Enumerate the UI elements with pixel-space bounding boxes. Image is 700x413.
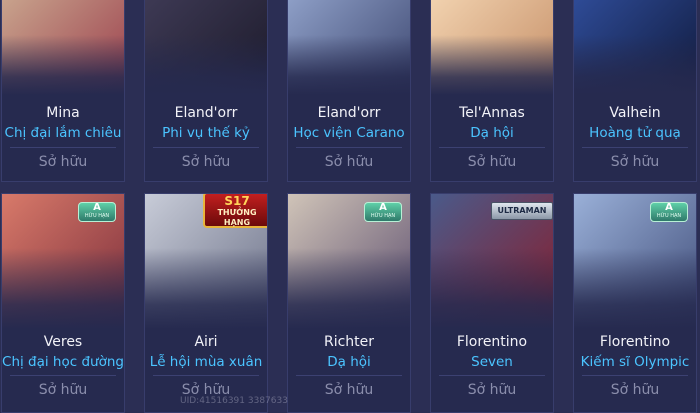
hero-name: Richter — [323, 334, 375, 350]
hero-name: Mina — [46, 105, 80, 121]
skin-card-airi[interactable]: S17 THƯỞNG HẠNG Airi Lễ hội mùa xuân Sở … — [144, 193, 268, 413]
divider — [10, 375, 116, 376]
divider — [582, 147, 688, 148]
skin-grid: Mina Chị đại lắm chiêu Sở hữu Eland'orr … — [0, 0, 700, 413]
tier-badge: A HỮU HẠN — [650, 202, 688, 222]
tier-badge: A HỮU HẠN — [78, 202, 116, 222]
skin-artwork — [574, 0, 696, 95]
owned-status: Sở hữu — [467, 154, 517, 170]
skin-name: Chị đại học đường — [2, 354, 124, 370]
collab-badge: ULTRAMAN — [491, 202, 553, 220]
tier-badge: A HỮU HẠN — [364, 202, 402, 222]
skin-name: Dạ hội — [327, 354, 371, 370]
divider — [582, 375, 688, 376]
skin-card-valhein[interactable]: Valhein Hoàng tử quạ Sở hữu — [573, 0, 697, 182]
divider — [439, 375, 545, 376]
skin-artwork — [431, 0, 553, 95]
owned-status: Sở hữu — [610, 382, 660, 398]
divider — [439, 147, 545, 148]
skin-name: Hoàng tử quạ — [589, 125, 681, 141]
skin-card-mina[interactable]: Mina Chị đại lắm chiêu Sở hữu — [1, 0, 125, 182]
skin-card-telannas[interactable]: Tel'Annas Dạ hội Sở hữu — [430, 0, 554, 182]
season-rank-badge: S17 THƯỞNG HẠNG — [203, 194, 267, 228]
owned-status: Sở hữu — [467, 382, 517, 398]
skin-card-florentino-seven[interactable]: ULTRAMAN Florentino Seven Sở hữu — [430, 193, 554, 413]
skin-card-florentino-olympic[interactable]: A HỮU HẠN Florentino Kiếm sĩ Olympic Sở … — [573, 193, 697, 413]
owned-status: Sở hữu — [38, 154, 88, 170]
uid-watermark: UID:41516391 3387633 — [180, 396, 288, 406]
hero-name: Tel'Annas — [459, 105, 525, 121]
skin-card-elandorr-2[interactable]: Eland'orr Học viện Carano Sở hữu — [287, 0, 411, 182]
skin-artwork — [145, 0, 267, 95]
skin-name: Lễ hội mùa xuân — [149, 354, 263, 370]
hero-name: Eland'orr — [317, 105, 381, 121]
hero-name: Florentino — [599, 334, 671, 350]
owned-status: Sở hữu — [324, 154, 374, 170]
owned-status: Sở hữu — [38, 382, 88, 398]
divider — [10, 147, 116, 148]
skin-artwork — [288, 0, 410, 95]
skin-name: Học viện Carano — [293, 125, 405, 141]
hero-name: Valhein — [609, 105, 661, 121]
skin-name: Phi vụ thế kỷ — [162, 125, 250, 141]
owned-status: Sở hữu — [324, 382, 374, 398]
divider — [153, 375, 259, 376]
skin-card-richter[interactable]: A HỮU HẠN Richter Dạ hội Sở hữu — [287, 193, 411, 413]
skin-artwork — [2, 0, 124, 95]
skin-name: Kiếm sĩ Olympic — [580, 354, 690, 370]
divider — [153, 147, 259, 148]
owned-status: Sở hữu — [610, 154, 660, 170]
skin-name: Chị đại lắm chiêu — [4, 125, 122, 141]
hero-name: Eland'orr — [174, 105, 238, 121]
skin-name: Seven — [471, 354, 513, 370]
hero-name: Veres — [43, 334, 83, 350]
skin-name: Dạ hội — [470, 125, 514, 141]
hero-name: Florentino — [456, 334, 528, 350]
owned-status: Sở hữu — [181, 154, 231, 170]
skin-card-veres[interactable]: A HỮU HẠN Veres Chị đại học đường Sở hữu — [1, 193, 125, 413]
divider — [296, 375, 402, 376]
divider — [296, 147, 402, 148]
skin-card-elandorr-1[interactable]: Eland'orr Phi vụ thế kỷ Sở hữu — [144, 0, 268, 182]
hero-name: Airi — [194, 334, 218, 350]
